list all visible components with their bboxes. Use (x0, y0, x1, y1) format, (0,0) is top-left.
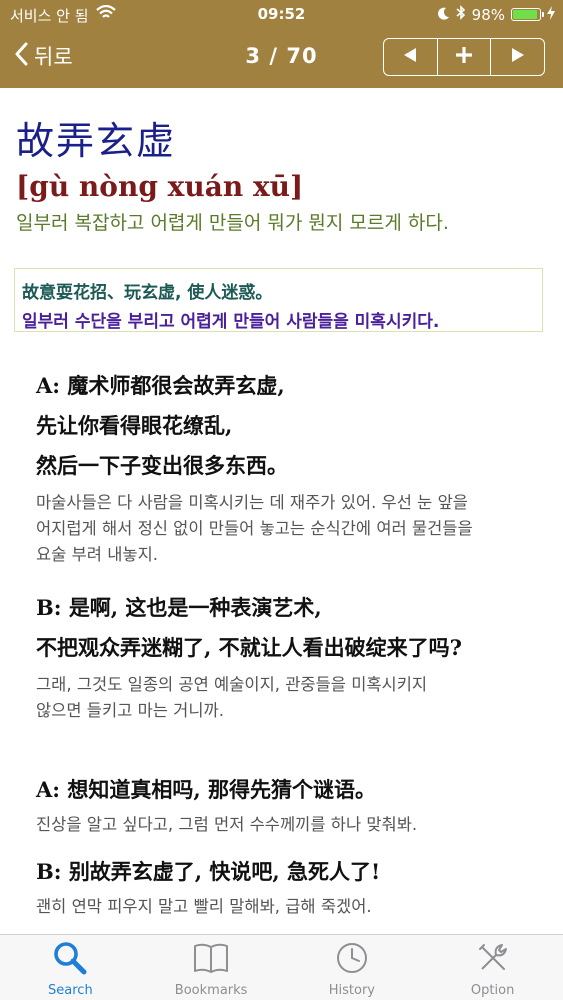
moon-icon (437, 6, 450, 24)
nav-segmented-control (383, 38, 545, 76)
search-icon (53, 941, 87, 979)
example-line-chinese: 先让你看得眼花缭乱, (36, 413, 233, 438)
entry-content[interactable]: 故弄玄虚 [gù nòng xuán xū] 일부러 복잡하고 어렵게 만들어 … (0, 88, 563, 934)
charging-icon (547, 5, 555, 24)
example-translation: 요술 부려 내놓지. (36, 545, 158, 564)
definition-korean: 일부러 수단을 부리고 어렵게 만들어 사람들을 미혹시키다. (22, 312, 440, 332)
next-button[interactable] (490, 39, 544, 75)
triangle-left-icon (403, 47, 417, 67)
book-icon (193, 941, 229, 979)
meaning-korean: 일부러 복잡하고 어렵게 만들어 뭐가 뭔지 모르게 하다. (16, 212, 449, 234)
plus-icon (455, 46, 473, 68)
clock-icon (335, 941, 369, 979)
tools-icon (476, 941, 510, 979)
example-line-chinese: A: 想知道真相吗, 那得先猜个谜语。 (36, 777, 376, 802)
tab-label: Bookmarks (174, 983, 248, 998)
example-line-chinese: 不把观众弄迷糊了, 不就让人看出破绽来了吗? (36, 635, 462, 660)
status-right: 98% (437, 5, 555, 24)
example-dialog: A: 想知道真相吗, 那得先猜个谜语。 진상을 알고 싶다고, 그럼 먼저 수수… (36, 770, 536, 838)
top-bar: 서비스 안 됨 09:52 98% 뒤로 3 / 70 (0, 0, 563, 88)
battery-icon (511, 8, 544, 21)
triangle-right-icon (511, 47, 525, 67)
previous-button[interactable] (384, 39, 437, 75)
tab-label: Search (48, 983, 93, 998)
tab-history[interactable]: History (282, 935, 423, 1000)
example-translation: 진상을 알고 싶다고, 그럼 먼저 수수께끼를 하나 맞춰봐. (36, 815, 418, 834)
example-line-chinese: A: 魔术师都很会故弄玄虚, (36, 373, 285, 398)
example-line-chinese: B: 是啊, 这也是一种表演艺术, (36, 595, 322, 620)
example-translation: 괜히 연막 피우지 말고 빨리 말해봐, 급해 죽겠어. (36, 897, 372, 916)
status-bar: 서비스 안 됨 09:52 98% (0, 0, 563, 30)
example-translation: 마술사들은 다 사람을 미혹시키는 데 재주가 있어. 우선 눈 앞을 (36, 493, 468, 512)
definition-box: 故意耍花招、玩玄虚, 使人迷惑。 일부러 수단을 부리고 어렵게 만들어 사람들… (14, 268, 543, 332)
example-dialog: A: 魔术师都很会故弄玄虚, 先让你看得眼花缭乱, 然后一下子变出很多东西。 마… (36, 366, 536, 568)
headword: 故弄玄虚 (16, 119, 177, 163)
example-line-chinese: 然后一下子变出很多东西。 (36, 453, 288, 478)
example-translation: 어지럽게 해서 정신 없이 만들어 놓고는 순식간에 여러 물건들을 (36, 519, 473, 538)
tab-label: History (328, 983, 375, 998)
example-dialog: B: 是啊, 这也是一种表演艺术, 不把观众弄迷糊了, 不就让人看出破绽来了吗?… (36, 588, 536, 724)
tab-bookmarks[interactable]: Bookmarks (141, 935, 282, 1000)
example-translation: 않으면 들키고 마는 거니까. (36, 701, 224, 720)
tab-bar: Search Bookmarks History Option (0, 934, 563, 1000)
tab-label: Option (470, 983, 515, 998)
example-translation: 그래, 그것도 일종의 공연 예술이지, 관중들을 미혹시키지 (36, 675, 428, 694)
bluetooth-icon (456, 5, 466, 24)
pinyin: [gù nòng xuán xū] (16, 170, 304, 203)
example-dialog: B: 别故弄玄虚了, 快说吧, 急死人了! 괜히 연막 피우지 말고 빨리 말해… (36, 852, 536, 920)
tab-search[interactable]: Search (0, 935, 141, 1000)
add-bookmark-button[interactable] (436, 39, 491, 75)
example-line-chinese: B: 别故弄玄虚了, 快说吧, 急死人了! (36, 859, 381, 884)
tab-option[interactable]: Option (422, 935, 563, 1000)
battery-percent: 98% (471, 5, 505, 24)
definition-chinese: 故意耍花招、玩玄虚, 使人迷惑。 (22, 283, 273, 303)
